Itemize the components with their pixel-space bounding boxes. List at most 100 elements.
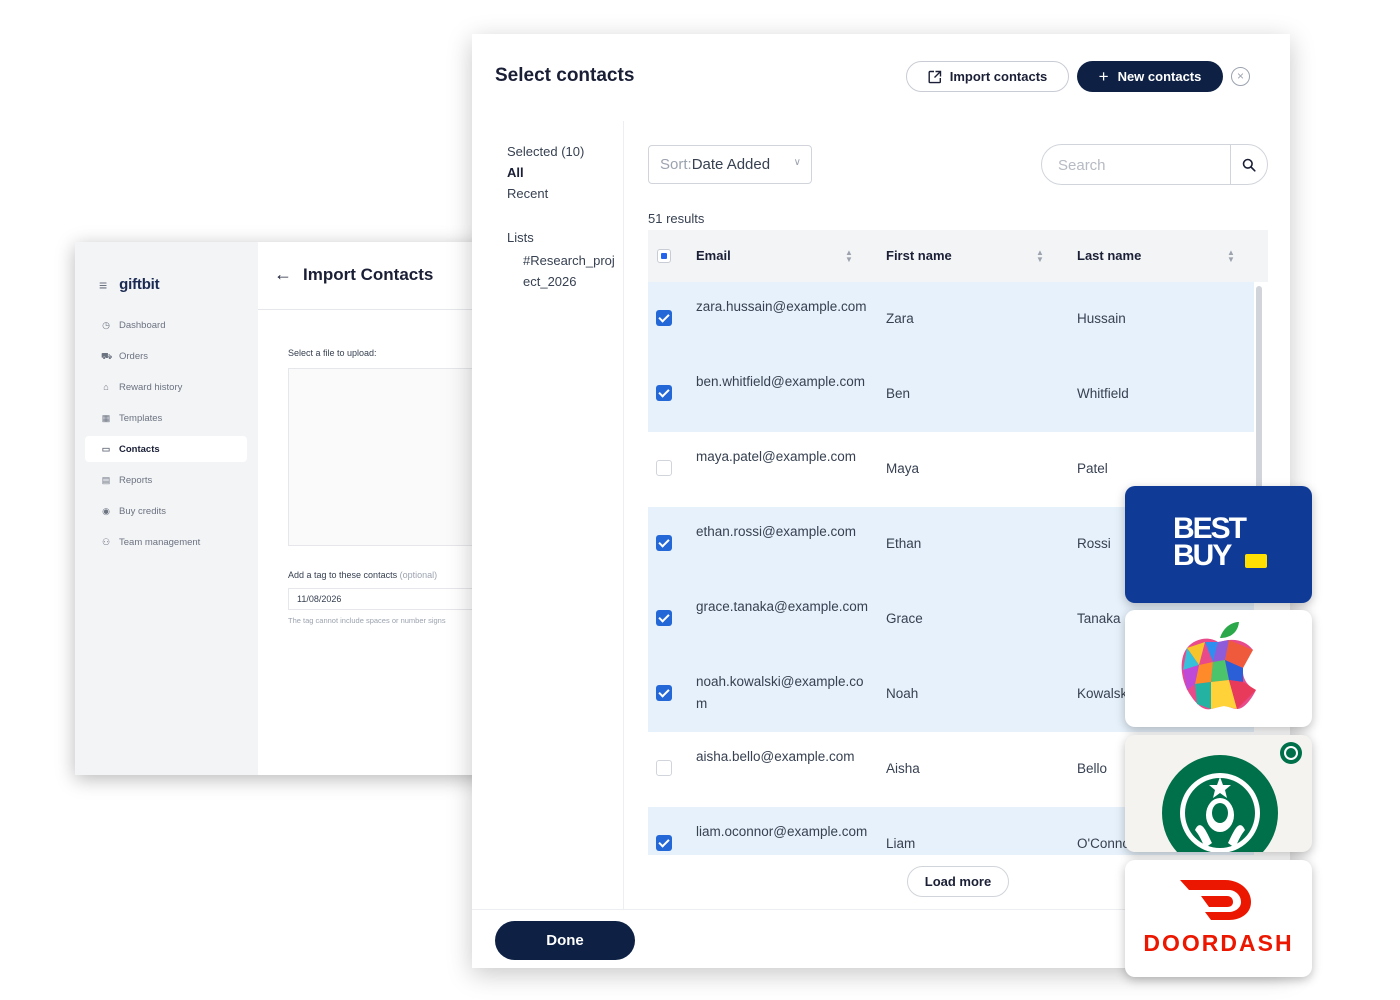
sidebar-item-label: Team management xyxy=(119,536,201,548)
row-email: ben.whitfield@example.com xyxy=(696,374,866,389)
select-all-checkbox[interactable] xyxy=(657,249,671,263)
upload-label: Select a file to upload: xyxy=(288,348,377,358)
sidebar-item-orders[interactable]: ⛟ Orders xyxy=(85,343,247,369)
row-first-name: Ethan xyxy=(886,536,922,551)
report-icon: ▤ xyxy=(101,475,111,485)
column-last-name[interactable]: Last name xyxy=(1077,248,1141,263)
sidebar-item-contacts[interactable]: ▭ Contacts xyxy=(85,436,247,462)
starbucks-siren-logo-icon xyxy=(1162,742,1302,852)
filter-recent[interactable]: Recent xyxy=(507,186,548,201)
import-icon xyxy=(928,70,941,83)
sort-last-name-icon[interactable]: ▲ ▼ xyxy=(1227,249,1235,264)
team-icon: ⚇ xyxy=(101,537,111,547)
tag-input[interactable]: 11/08/2026 xyxy=(288,588,495,610)
row-email: aisha.bello@example.com xyxy=(696,749,855,764)
column-first-name[interactable]: First name xyxy=(886,248,952,263)
back-arrow-icon[interactable]: ← xyxy=(274,264,292,285)
doordash-wordmark: DOORDASH xyxy=(1143,930,1294,956)
coin-icon: ◉ xyxy=(102,506,110,516)
search-field[interactable]: Search xyxy=(1041,144,1268,185)
table-row[interactable]: ben.whitfield@example.com Ben Whitfield xyxy=(648,357,1254,432)
results-count: 51 results xyxy=(648,211,705,226)
sidebar-item-label: Buy credits xyxy=(119,505,166,517)
done-button[interactable]: Done xyxy=(495,921,635,960)
apple-gift-card xyxy=(1125,610,1312,727)
app-logo: giftbit xyxy=(119,276,160,293)
row-email: zara.hussain@example.com xyxy=(696,299,867,314)
bestbuy-tag-icon xyxy=(1245,554,1267,568)
sidebar-item-reward-history[interactable]: ⌂ Reward history xyxy=(85,374,247,400)
sort-prefix: Sort: xyxy=(660,156,692,173)
sidebar-item-label: Reports xyxy=(119,474,153,486)
sidebar-nav: ◷ Dashboard ⛟ Orders ⌂ Reward history ▦ Templat… xyxy=(85,312,247,560)
row-checkbox[interactable] xyxy=(656,310,672,326)
sort-first-name-icon[interactable]: ▲ ▼ xyxy=(1036,249,1044,264)
new-contacts-button[interactable]: + New contacts xyxy=(1077,61,1223,92)
apple-logo-icon xyxy=(1181,622,1256,710)
row-checkbox[interactable] xyxy=(656,760,672,776)
hamburger-menu-icon[interactable]: ≡ xyxy=(99,277,107,293)
filter-all[interactable]: All xyxy=(507,165,524,180)
cart-icon: ⛟ xyxy=(101,351,113,361)
row-first-name: Zara xyxy=(886,311,914,326)
load-more-button[interactable]: Load more xyxy=(907,866,1009,897)
row-checkbox[interactable] xyxy=(656,835,672,851)
bestbuy-gift-card: BEST BUY xyxy=(1125,486,1312,603)
sidebar-item-reports[interactable]: ▤ Reports xyxy=(85,467,247,493)
row-last-name: Patel xyxy=(1077,461,1108,476)
starbucks-gift-card xyxy=(1125,735,1312,852)
filter-selected[interactable]: Selected (10) xyxy=(507,144,584,159)
grid-icon: ▦ xyxy=(101,413,111,423)
row-checkbox[interactable] xyxy=(656,610,672,626)
row-last-name: Tanaka xyxy=(1077,611,1121,626)
row-email: maya.patel@example.com xyxy=(696,449,857,464)
dashboard-icon: ◷ xyxy=(102,320,110,330)
sort-email-icon[interactable]: ▲ ▼ xyxy=(845,249,853,264)
sidebar-item-label: Orders xyxy=(119,350,149,362)
row-last-name: Kowalski xyxy=(1077,686,1131,701)
sidebar-header: ≡ giftbit xyxy=(99,276,160,293)
row-first-name: Liam xyxy=(886,836,916,851)
sidebar-item-label: Reward history xyxy=(119,381,183,393)
import-contacts-button[interactable]: Import contacts xyxy=(906,61,1069,92)
import-contacts-label: Import contacts xyxy=(949,69,1048,84)
close-icon[interactable]: × xyxy=(1231,67,1250,86)
table-row[interactable]: zara.hussain@example.com Zara Hussain xyxy=(648,282,1254,357)
row-last-name: Bello xyxy=(1077,761,1108,776)
modal-title: Select contacts xyxy=(495,65,635,86)
import-contacts-main: ← Import Contacts Select a file to uploa… xyxy=(258,242,495,775)
row-checkbox[interactable] xyxy=(656,385,672,401)
row-email: grace.tanaka@example.com xyxy=(696,599,869,614)
list-item-research[interactable]: #Research_project_2026 xyxy=(523,250,618,292)
sidebar-item-dashboard[interactable]: ◷ Dashboard xyxy=(85,312,247,338)
lists-heading: Lists xyxy=(507,230,534,245)
page-title: Import Contacts xyxy=(303,265,434,284)
row-checkbox[interactable] xyxy=(656,460,672,476)
row-email: noah.kowalski@example.com xyxy=(696,674,864,711)
sidebar-item-templates[interactable]: ▦ Templates xyxy=(85,405,247,431)
import-contacts-header: ← Import Contacts xyxy=(258,242,495,310)
tag-label: Add a tag to these contacts (optional) xyxy=(288,570,437,580)
row-first-name: Noah xyxy=(886,686,919,701)
row-first-name: Aisha xyxy=(886,761,920,776)
sidebar-item-team-management[interactable]: ⚇ Team management xyxy=(85,529,247,555)
chevron-down-icon: ∨ xyxy=(793,157,801,168)
sidebar-item-label: Contacts xyxy=(119,443,160,455)
sidebar-item-buy-credits[interactable]: ◉ Buy credits xyxy=(85,498,247,524)
bestbuy-logo-line2: BUY xyxy=(1173,539,1232,572)
doordash-gift-card: DOORDASH xyxy=(1125,860,1312,977)
search-input[interactable]: Search xyxy=(1058,157,1106,174)
row-last-name: Rossi xyxy=(1077,536,1111,551)
bestbuy-logo: BEST BUY xyxy=(1173,514,1247,572)
doordash-logo-icon xyxy=(1180,880,1251,920)
search-button[interactable] xyxy=(1230,145,1267,184)
plus-icon: + xyxy=(1098,66,1109,86)
row-email: ethan.rossi@example.com xyxy=(696,524,857,539)
sort-dropdown[interactable]: Sort:Date Added ∨ xyxy=(648,145,812,184)
gift-icon: ⌂ xyxy=(103,382,109,392)
file-upload-dropzone[interactable] xyxy=(288,368,495,546)
column-email[interactable]: Email xyxy=(696,248,731,263)
tag-optional-text: (optional) xyxy=(399,570,438,580)
row-checkbox[interactable] xyxy=(656,535,672,551)
row-checkbox[interactable] xyxy=(656,685,672,701)
